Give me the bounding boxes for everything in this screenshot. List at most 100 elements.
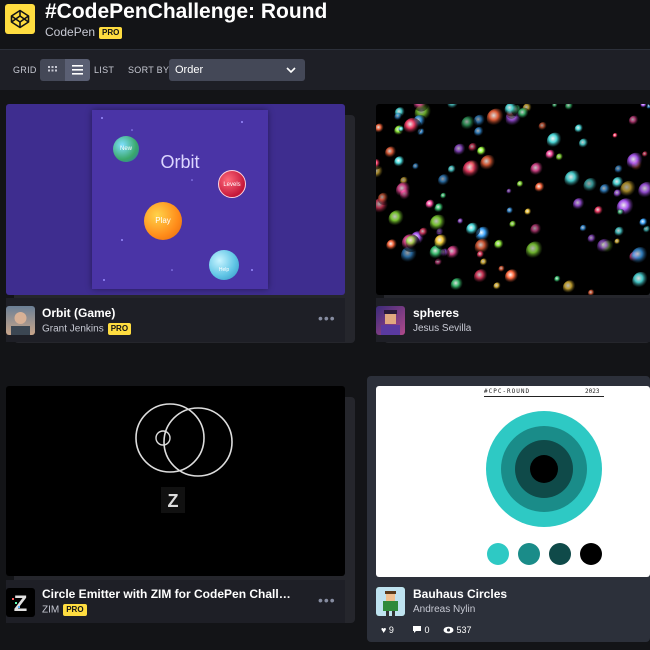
sphere [530,223,544,237]
sphere [480,258,489,267]
sphere [486,108,507,129]
sphere [579,224,588,233]
sphere [574,124,585,135]
sphere [594,206,605,217]
sphere [620,180,639,199]
sphere [494,239,506,251]
sphere [385,146,399,160]
pro-badge: PRO [107,323,132,335]
more-options-icon[interactable]: ••• [318,592,336,608]
author-name[interactable]: ZIM [42,605,59,616]
sphere [639,218,649,228]
sphere [572,198,587,212]
sphere [612,132,619,139]
pen-title[interactable]: Orbit (Game) [42,306,115,320]
sphere [545,149,557,161]
sphere [614,238,622,246]
pen-author[interactable]: ZIM PRO [42,604,87,616]
list-icon [72,65,83,75]
avatar[interactable] [376,306,405,335]
sphere [564,170,583,189]
sphere [617,209,625,217]
sphere [555,153,565,162]
pen-title[interactable]: Circle Emitter with ZIM for CodePen Chal… [42,587,291,601]
more-options-icon[interactable]: ••• [318,310,336,326]
sphere [587,234,598,245]
sphere [614,226,626,238]
sphere [388,210,407,229]
list-label: LIST [94,65,115,75]
sphere [438,174,452,188]
sphere [493,282,502,291]
spheres-canvas [376,104,650,295]
sphere [434,234,450,250]
sphere [386,239,399,252]
sphere [562,280,578,295]
sphere [425,199,436,210]
pro-badge: PRO [63,604,87,616]
collection-owner[interactable]: CodePen PRO [45,25,123,39]
pen-title[interactable]: Bauhaus Circles [413,587,507,601]
user-avatar-icon [11,312,30,335]
comment-icon [413,626,421,633]
views-count: 537 [456,625,472,635]
author-name[interactable]: Grant Jenkins [42,324,104,335]
pro-badge: PRO [99,26,123,39]
page-title: #CodePenChallenge: Round [45,0,328,23]
comments-button[interactable]: 0 [408,622,434,639]
avatar[interactable]: Z [6,588,35,617]
star-field [101,117,253,281]
likes-button[interactable]: ♥ 9 [377,622,398,639]
pen-author[interactable]: Grant Jenkins PRO [42,323,132,335]
sphere [480,155,498,173]
sphere [631,247,650,267]
bauhaus-preview[interactable]: #CPC-ROUND 2023 [376,386,650,577]
codepen-icon [10,9,30,29]
sort-label: SORT BY [128,65,170,75]
orbit-preview[interactable]: Orbit New Levels Play Help [6,104,345,295]
sphere [498,265,506,273]
pen-title[interactable]: spheres [413,306,459,320]
codepen-logo[interactable] [5,4,35,34]
sphere [468,142,479,154]
sphere [599,184,612,197]
avatar[interactable] [376,587,405,616]
sphere [462,160,483,180]
sphere [396,182,413,199]
sphere [506,188,513,195]
chevron-down-icon [286,67,296,74]
emitter-canvas: Z [135,403,233,513]
circle-emitter-preview[interactable]: Z [6,386,345,576]
sphere [394,156,407,169]
eye-icon [443,626,454,634]
pen-author[interactable]: Andreas Nylin [413,604,475,615]
pen-author[interactable]: Jesus Sevilla [413,323,471,334]
svg-text:Z: Z [168,491,179,511]
sphere [505,269,521,285]
sphere [525,241,546,262]
sphere [477,146,488,157]
spheres-preview[interactable] [376,104,650,295]
comments-count: 0 [424,625,430,635]
sphere [534,182,547,194]
sphere [457,218,465,225]
sphere [461,116,477,132]
avatar[interactable] [6,306,35,335]
sphere [447,104,460,111]
sphere [450,278,466,293]
sphere [524,208,533,217]
sphere [394,112,403,122]
sphere [403,117,422,136]
sphere [597,238,613,255]
list-view-button[interactable] [65,59,90,81]
grid-view-button[interactable] [40,59,65,81]
view-toolbar: GRID LIST SORT BY Order [0,50,650,90]
sphere [440,192,448,200]
zim-logo-icon: Z [12,591,27,616]
sphere [632,272,650,290]
owner-name[interactable]: CodePen [45,25,95,39]
views-button[interactable]: 537 [439,622,476,639]
sphere [552,104,559,109]
sphere [538,122,549,132]
sort-select[interactable]: Order [169,59,305,81]
